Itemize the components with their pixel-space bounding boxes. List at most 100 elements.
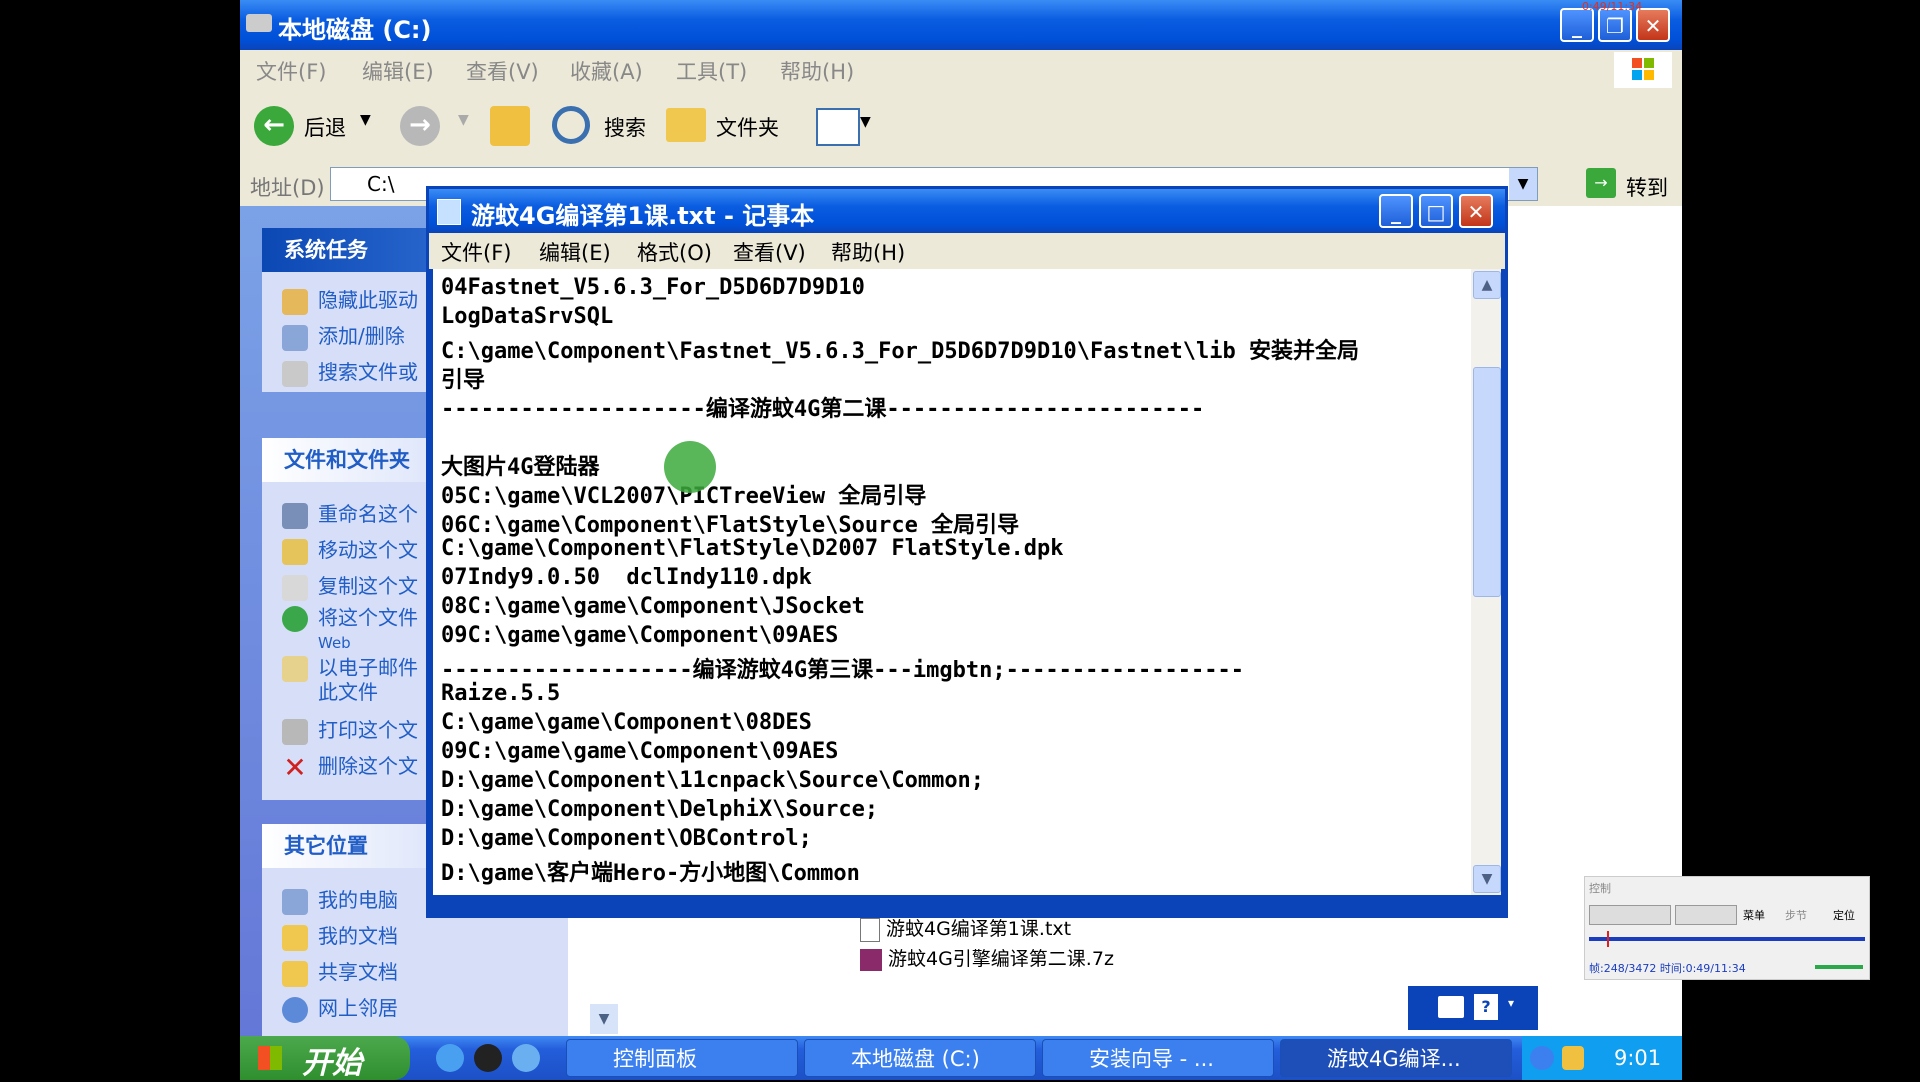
go-button-label[interactable]: 转到 <box>1626 172 1668 202</box>
views-icon[interactable] <box>816 108 860 146</box>
place-my-documents[interactable]: 我的文档 <box>282 920 398 951</box>
explorer-title: 本地磁盘 (C:) <box>278 16 432 44</box>
text-line: D:\game\Component\11cnpack\Source\Common… <box>441 768 985 793</box>
scroll-up-icon[interactable]: ▲ <box>1473 271 1501 299</box>
np-menu-help[interactable]: 帮助(H) <box>831 237 905 267</box>
taskbar-local-disk[interactable]: 本地磁盘 (C:) <box>804 1039 1036 1077</box>
taskbar-control-panel[interactable]: 控制面板 <box>566 1039 798 1077</box>
task-rename[interactable]: 重命名这个 <box>282 498 418 529</box>
search-button-label[interactable]: 搜索 <box>604 112 646 142</box>
task-hide-drive[interactable]: 隐藏此驱动 <box>282 284 418 315</box>
address-label: 地址(D) <box>250 176 325 200</box>
notepad-scrollbar[interactable]: ▲ ▼ <box>1471 269 1501 895</box>
volume-slider[interactable] <box>1815 965 1863 969</box>
menu-edit[interactable]: 编辑(E) <box>362 56 434 86</box>
text-line: C:\game\Component\Fastnet_V5.6.3_For_D5D… <box>441 339 1359 364</box>
text-file-icon <box>860 917 880 942</box>
taskbar: 开始 控制面板 本地磁盘 (C:) 安装向导 - ... 游蚊4G编译... 9… <box>240 1036 1682 1081</box>
folders-button-label[interactable]: 文件夹 <box>716 112 779 142</box>
notepad-menu-bar: 文件(F) 编辑(E) 格式(O) 查看(V) 帮助(H) <box>429 233 1505 269</box>
timeline-position-marker[interactable] <box>1607 931 1609 947</box>
np-menu-file[interactable]: 文件(F) <box>441 237 511 267</box>
file-list-scroll-down[interactable]: ▼ <box>590 1004 618 1034</box>
clock: 9:01 <box>1614 1046 1662 1070</box>
security-shield-icon[interactable] <box>1562 1046 1584 1070</box>
text-line: D:\game\客户端Hero-方小地图\Common <box>441 861 860 886</box>
place-network[interactable]: 网上邻居 <box>282 992 398 1023</box>
delete-x-icon: ✕ <box>283 750 307 784</box>
np-menu-format[interactable]: 格式(O) <box>637 237 712 267</box>
file-item-7z[interactable]: 游蚊4G引擎编译第二课.7z <box>860 944 1114 971</box>
np-menu-view[interactable]: 查看(V) <box>733 237 806 267</box>
text-line: 08C:\game\game\Component\JSocket <box>441 594 865 619</box>
help-icon[interactable]: ? <box>1474 994 1498 1020</box>
search-files-icon <box>282 360 308 387</box>
view-buttons[interactable] <box>1675 905 1737 925</box>
task-add-remove[interactable]: 添加/删除 <box>282 320 405 351</box>
add-remove-icon <box>282 324 308 351</box>
scroll-down-icon[interactable]: ▼ <box>1473 865 1501 893</box>
tray-expand-icon[interactable] <box>1530 1046 1554 1070</box>
task-move[interactable]: 移动这个文 <box>282 534 418 565</box>
task-print[interactable]: 打印这个文 <box>282 714 418 745</box>
close-button[interactable]: ✕ <box>1636 8 1670 42</box>
forward-arrow-icon[interactable]: → <box>400 106 440 146</box>
shared-folder-icon <box>282 960 308 987</box>
restore-button[interactable]: ❐ <box>1598 8 1632 42</box>
text-line: C:\game\game\Component\08DES <box>441 710 812 735</box>
qq-quicklaunch-icon[interactable] <box>474 1044 502 1072</box>
drive-icon <box>246 14 272 32</box>
place-my-computer[interactable]: 我的电脑 <box>282 884 398 915</box>
menu-button[interactable]: 菜单 <box>1743 907 1765 923</box>
menu-tools[interactable]: 工具(T) <box>676 56 747 86</box>
notepad-close-button[interactable]: ✕ <box>1459 194 1493 228</box>
start-button[interactable]: 开始 <box>240 1036 410 1081</box>
explorer-title-bar: 本地磁盘 (C:) _ ❐ ✕ <box>240 0 1682 50</box>
task-publish-web[interactable]: 将这个文件 Web <box>282 606 418 652</box>
taskbar-setup-wizard[interactable]: 安装向导 - ... <box>1042 1039 1274 1077</box>
keyboard-icon[interactable] <box>1438 996 1464 1018</box>
forward-dropdown-icon[interactable]: ▼ <box>458 112 469 128</box>
taskbar-notepad[interactable]: 游蚊4G编译... <box>1280 1039 1512 1077</box>
hide-icon <box>282 288 308 315</box>
notepad-minimize-button[interactable]: _ <box>1379 194 1413 228</box>
task-copy[interactable]: 复制这个文 <box>282 570 418 601</box>
text-line: 04Fastnet_V5.6.3_For_D5D6D7D9D10 <box>441 275 865 300</box>
notepad-maximize-button[interactable]: □ <box>1419 194 1453 228</box>
minimize-button[interactable]: _ <box>1560 8 1594 42</box>
np-menu-edit[interactable]: 编辑(E) <box>539 237 611 267</box>
text-line: --------------------编译游蚊4G第二课-----------… <box>441 397 1205 422</box>
back-button-label[interactable]: 后退 <box>304 112 346 142</box>
search-icon[interactable] <box>552 106 590 144</box>
menu-view[interactable]: 查看(V) <box>466 56 539 86</box>
task-email[interactable]: 以电子邮件 此文件 <box>282 656 418 702</box>
langbar-options-icon[interactable]: ▾ <box>1508 996 1524 1020</box>
address-dropdown-icon[interactable]: ▼ <box>1509 168 1537 200</box>
back-dropdown-icon[interactable]: ▼ <box>360 112 371 128</box>
back-arrow-icon[interactable]: ← <box>254 106 294 146</box>
go-arrow-icon[interactable]: → <box>1586 168 1616 198</box>
start-label: 开始 <box>302 1046 362 1081</box>
place-shared-documents[interactable]: 共享文档 <box>282 956 398 987</box>
menu-favorites[interactable]: 收藏(A) <box>570 56 643 86</box>
timeline-slider[interactable] <box>1589 937 1865 941</box>
ie-quicklaunch-icon[interactable] <box>436 1044 464 1072</box>
browser-quicklaunch-icon[interactable] <box>512 1044 540 1072</box>
notepad-text-area[interactable]: 04Fastnet_V5.6.3_For_D5D6D7D9D10 LogData… <box>433 269 1471 895</box>
folders-icon[interactable] <box>666 108 706 142</box>
views-dropdown-icon[interactable]: ▼ <box>860 114 871 130</box>
file-item-txt[interactable]: 游蚊4G编译第1课.txt <box>860 914 1071 942</box>
text-line: 大图片4G登陆器 <box>441 455 600 480</box>
scroll-thumb[interactable] <box>1473 367 1501 597</box>
computer-icon <box>282 888 308 915</box>
task-delete[interactable]: ✕ 删除这个文 <box>282 750 418 781</box>
task-search-files[interactable]: 搜索文件或 <box>282 356 418 387</box>
copy-icon <box>282 574 308 601</box>
step-button[interactable]: 步节 <box>1785 907 1807 923</box>
menu-help[interactable]: 帮助(H) <box>780 56 854 86</box>
text-line: 06C:\game\Component\FlatStyle\Source 全局引… <box>441 513 1020 538</box>
locate-button[interactable]: 定位 <box>1833 907 1855 923</box>
playback-buttons[interactable] <box>1589 905 1671 925</box>
up-folder-icon[interactable] <box>490 106 530 146</box>
menu-file[interactable]: 文件(F) <box>256 56 326 86</box>
